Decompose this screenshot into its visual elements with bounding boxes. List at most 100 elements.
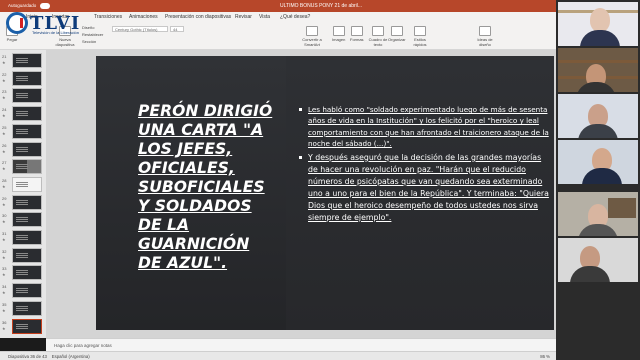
slide-number: 27 <box>2 160 7 166</box>
slide-thumbnail[interactable]: 30 ★ <box>0 211 46 228</box>
participant-video[interactable] <box>558 238 638 282</box>
slide-number: 22 <box>2 71 7 77</box>
slide-thumbnail[interactable]: 23 ★ <box>0 87 46 104</box>
transition-icon: ★ <box>2 148 6 154</box>
convert-smartart-button[interactable]: Convertir a SmartArt <box>298 26 326 47</box>
arrange-button[interactable]: Organizar <box>388 26 406 42</box>
transition-icon: ★ <box>2 219 6 225</box>
participant-video[interactable] <box>558 140 638 184</box>
picture-button[interactable]: Imagen <box>332 26 345 42</box>
status-bar: Diapositiva 36 de 43 Español (Argentina)… <box>0 351 556 360</box>
bullet-item: Les habló como "soldado experimentado lu… <box>298 104 552 150</box>
participant-video[interactable] <box>558 94 638 138</box>
slide-thumbnail[interactable]: 27 ★ <box>0 158 46 175</box>
transition-icon: ★ <box>2 130 6 136</box>
transition-icon: ★ <box>2 201 6 207</box>
document-title: ULTIMO BONUS PONY 21 de abril... <box>280 3 363 9</box>
bullet-item: Y después aseguró que la decisión de las… <box>298 152 552 224</box>
slide-thumbnail[interactable]: 32 ★ <box>0 247 46 264</box>
slide-preview <box>12 283 42 299</box>
slide-thumbnail[interactable]: 33 ★ <box>0 264 46 281</box>
slide-preview <box>12 141 42 157</box>
slide-thumbnail[interactable]: 21 ★ <box>0 52 46 69</box>
slide-preview <box>12 106 42 122</box>
slide-thumbnail[interactable]: 24 ★ <box>0 105 46 122</box>
slide-preview <box>12 247 42 263</box>
slide-number: 28 <box>2 177 7 183</box>
picture-icon <box>332 26 345 36</box>
slide-preview <box>12 230 42 245</box>
slide-number: 25 <box>2 124 7 130</box>
slide-thumbnail[interactable]: 31 ★ <box>0 229 46 246</box>
font-name-select[interactable]: Century Gothic (Títulos) <box>112 26 168 32</box>
tab-review[interactable]: Revisar <box>235 14 252 20</box>
slide-counter: Diapositiva 36 de 43 <box>8 354 47 359</box>
slide-preview <box>12 159 42 175</box>
tab-slideshow[interactable]: Presentación con diapositivas <box>165 14 231 20</box>
shapes-button[interactable]: Formas <box>350 26 364 42</box>
slide-thumbnail[interactable]: 22 ★ <box>0 70 46 87</box>
zoom-level[interactable]: 86 % <box>540 354 550 359</box>
slide-thumbnails-pane[interactable]: 21 ★ 22 ★ 23 ★ 24 ★ 25 ★ 26 ★ 27 ★ 28 ★ 29 ★ 30 ★ 31 ★ 32 ★ 33 ★ 3… <box>0 50 46 338</box>
smartart-icon <box>306 26 318 36</box>
slide-preview <box>12 70 42 86</box>
slide-thumbnail[interactable]: 36 ★ <box>0 318 46 335</box>
slide-thumbnail[interactable]: 28 ★ <box>0 176 46 193</box>
slide-preview <box>12 88 42 104</box>
slide-number: 26 <box>2 142 7 148</box>
design-ideas-button[interactable]: Ideas de diseño <box>474 26 496 47</box>
slide-number: 35 <box>2 301 7 307</box>
quick-styles-button[interactable]: Estilos rápidos <box>408 26 432 47</box>
autosave-toggle[interactable] <box>40 3 50 9</box>
slide-number: 21 <box>2 54 7 59</box>
font-size-select[interactable]: 44 <box>170 26 184 32</box>
slide-preview <box>12 212 42 228</box>
status-left: Diapositiva 36 de 43 Español (Argentina) <box>8 354 90 359</box>
slide-preview <box>12 318 42 334</box>
text-box-icon <box>372 26 384 36</box>
tab-animations[interactable]: Animaciones <box>129 14 158 20</box>
slide-number: 36 <box>2 319 7 325</box>
slide-preview <box>12 123 42 139</box>
transition-icon: ★ <box>2 307 6 313</box>
autosave-label: Autoguardado <box>8 3 37 8</box>
slide-number: 34 <box>2 284 7 290</box>
language-indicator[interactable]: Español (Argentina) <box>52 354 90 359</box>
transition-icon: ★ <box>2 183 6 189</box>
logo-subtitle: Televisión de la Liberación <box>32 30 79 35</box>
quick-styles-icon <box>414 26 426 36</box>
slide-number: 32 <box>2 248 7 254</box>
participant-video[interactable] <box>558 192 638 236</box>
slide-bullets[interactable]: Les habló como "soldado experimentado lu… <box>298 104 552 226</box>
transition-icon: ★ <box>2 95 6 101</box>
transition-icon: ★ <box>2 237 6 242</box>
slide-preview <box>12 176 42 192</box>
video-call-panel <box>556 0 640 360</box>
slide-thumbnail[interactable]: 35 ★ <box>0 300 46 317</box>
slide-editor: Perón dirigió una carta "a los jefes, of… <box>46 50 556 338</box>
participant-video[interactable] <box>558 48 638 92</box>
slide-number: 29 <box>2 195 7 201</box>
text-box-button[interactable]: Cuadro de texto <box>368 26 388 47</box>
notes-pane[interactable]: Haga clic para agregar notas <box>46 338 556 351</box>
transition-icon: ★ <box>2 272 6 278</box>
slide-preview <box>12 300 42 316</box>
current-slide[interactable]: Perón dirigió una carta "a los jefes, of… <box>96 56 554 330</box>
transition-icon: ★ <box>2 290 6 296</box>
notes-placeholder: Haga clic para agregar notas <box>54 343 112 348</box>
participant-video[interactable] <box>558 2 638 46</box>
section-button[interactable]: Sección <box>82 39 96 44</box>
slide-preview <box>12 265 42 281</box>
transition-icon: ★ <box>2 325 6 331</box>
slide-thumbnail[interactable]: 34 ★ <box>0 282 46 299</box>
slide-heading[interactable]: Perón dirigió una carta "a los jefes, of… <box>138 102 278 273</box>
slide-number: 31 <box>2 231 7 236</box>
slide-thumbnail[interactable]: 29 ★ <box>0 194 46 211</box>
arrange-icon <box>390 26 403 36</box>
slide-thumbnail[interactable]: 25 ★ <box>0 123 46 140</box>
transition-icon: ★ <box>2 113 6 119</box>
slide-thumbnail[interactable]: 26 ★ <box>0 141 46 158</box>
tab-view[interactable]: Vista <box>259 14 270 20</box>
tell-me-search[interactable]: ¿Qué desea? <box>280 14 310 20</box>
tab-transitions[interactable]: Transiciones <box>94 14 122 20</box>
